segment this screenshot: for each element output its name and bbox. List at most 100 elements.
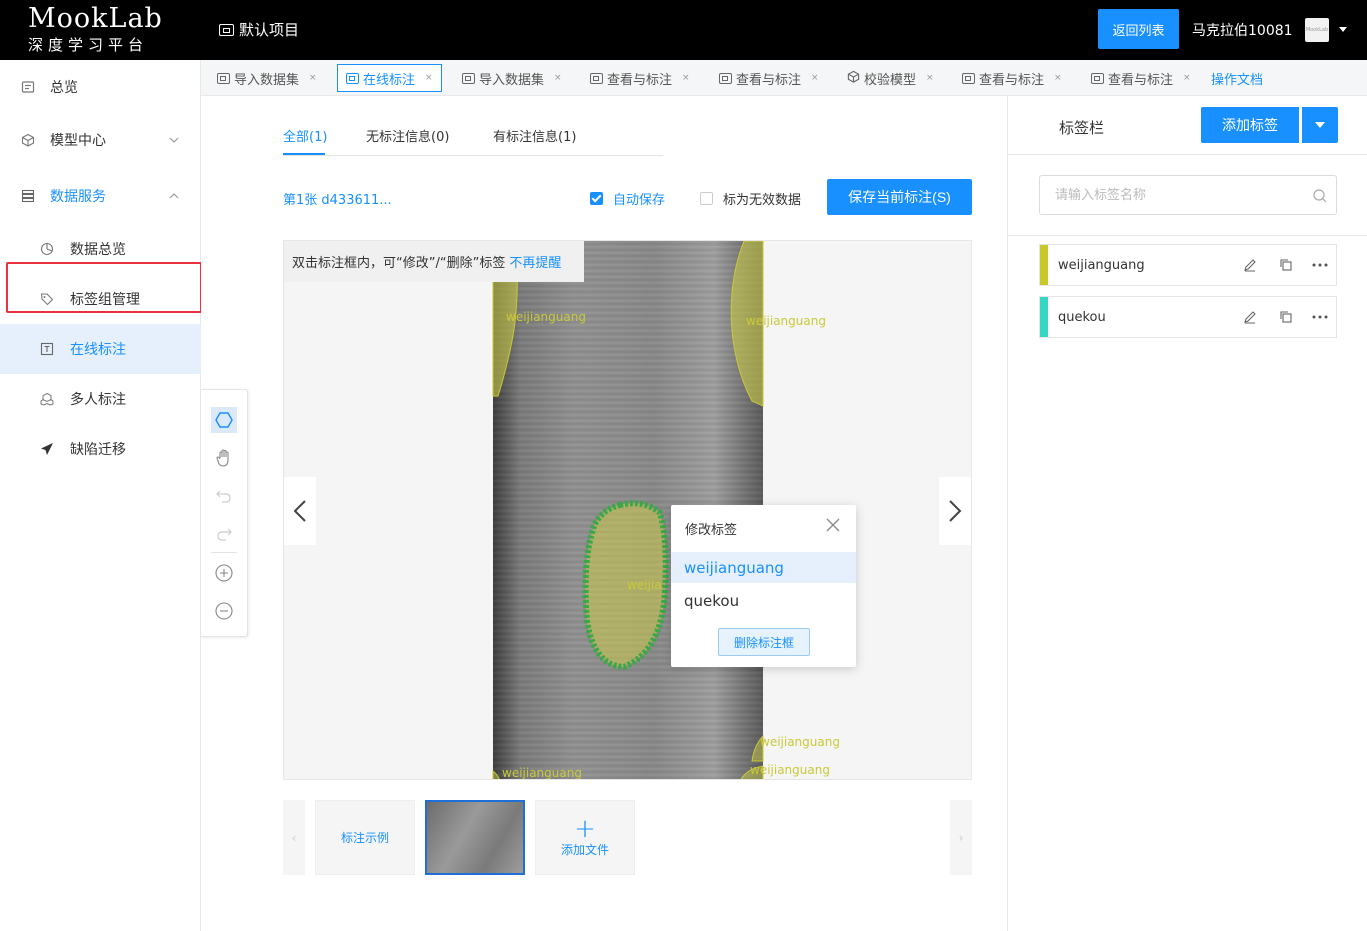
divider — [211, 552, 237, 553]
close-icon[interactable]: × — [425, 73, 433, 83]
image-canvas[interactable]: weijianguang weijianguang weijia weijian… — [283, 240, 972, 780]
sidebar-item-defect-transfer[interactable]: 缺陷迁移 — [0, 424, 201, 474]
close-icon[interactable]: × — [926, 73, 934, 83]
pie-icon — [40, 242, 54, 256]
project-selector[interactable]: 默认项目 — [219, 19, 299, 40]
label-option-quekou[interactable]: quekou — [671, 585, 856, 616]
project-name: 默认项目 — [239, 21, 300, 39]
close-icon[interactable]: × — [682, 73, 690, 83]
logo[interactable]: MookLab 深度学习平台 — [28, 4, 163, 55]
prev-image-button[interactable] — [284, 477, 316, 545]
label-item-weijianguang[interactable]: weijianguang — [1039, 244, 1337, 286]
file-name: 第1张 d433611... — [283, 193, 392, 208]
add-label-button[interactable]: 添加标签 — [1201, 107, 1299, 143]
edit-icon[interactable] — [1242, 309, 1258, 325]
chevron-up-icon — [169, 191, 179, 202]
label-item-quekou[interactable]: quekou — [1039, 296, 1337, 338]
plus-icon: + — [574, 814, 596, 844]
filter-tab-all[interactable]: 全部(1) — [283, 126, 327, 145]
annotation-workspace: 全部(1) 无标注信息(0) 有标注信息(1) 第1张 d433611... 自… — [201, 96, 1007, 931]
copy-icon[interactable] — [1278, 309, 1294, 325]
delete-annotation-button[interactable]: 删除标注框 — [718, 628, 810, 656]
edit-icon[interactable] — [1242, 257, 1258, 273]
dataset-icon — [719, 72, 732, 84]
close-icon[interactable] — [825, 517, 841, 533]
close-icon[interactable]: × — [309, 73, 317, 83]
thumb-next-button[interactable]: › — [950, 800, 972, 875]
dataset-icon — [462, 72, 475, 84]
zoom-in-icon — [215, 564, 233, 582]
back-to-list-button[interactable]: 返回列表 — [1098, 9, 1179, 49]
sidebar-item-data-service[interactable]: 数据服务 — [0, 171, 201, 221]
label-search-input[interactable] — [1039, 175, 1337, 215]
chevron-down-icon — [169, 135, 179, 146]
undo-button[interactable] — [211, 483, 237, 509]
zoom-in-button[interactable] — [211, 560, 237, 586]
annotation-example-thumb[interactable]: 标注示例 — [315, 800, 415, 875]
sidebar-item-overview[interactable]: 总览 — [0, 62, 201, 112]
close-icon[interactable]: × — [554, 73, 562, 83]
logo-main: MookLab — [28, 3, 163, 34]
add-label-dropdown[interactable] — [1302, 107, 1338, 143]
dismiss-hint-link[interactable]: 不再提醒 — [509, 252, 561, 271]
tool-panel — [201, 389, 248, 637]
sidebar-item-label: 在线标注 — [70, 342, 126, 358]
sidebar-item-label: 缺陷迁移 — [70, 442, 126, 458]
sidebar-item-multi-annotation[interactable]: 多人标注 — [0, 374, 201, 424]
divider — [1008, 235, 1367, 236]
tab-import-dataset[interactable]: 导入数据集 × — [217, 64, 317, 92]
auto-save-label[interactable]: 自动保存 — [613, 189, 665, 208]
more-icon[interactable] — [1312, 257, 1328, 273]
invalid-data-checkbox[interactable] — [700, 192, 713, 205]
avatar[interactable]: MookLab — [1305, 18, 1329, 42]
tab-bar: 导入数据集 × 在线标注 × 导入数据集 × 查看与标注 × 查看与标注 × 校验模型 × … — [201, 60, 1367, 96]
label-option-weijianguang[interactable]: weijianguang — [671, 552, 856, 583]
polygon-tool[interactable] — [211, 407, 237, 433]
tab-docs-link[interactable]: 操作文档 — [1211, 64, 1263, 92]
copy-icon[interactable] — [1278, 257, 1294, 273]
invalid-data-label[interactable]: 标为无效数据 — [723, 189, 801, 208]
dataset-icon — [590, 72, 603, 84]
more-icon[interactable] — [1312, 309, 1328, 325]
filter-tab-annotated[interactable]: 有标注信息(1) — [493, 126, 576, 145]
zoom-out-button[interactable] — [211, 598, 237, 624]
tab-online-annotation[interactable]: 在线标注 × — [337, 64, 442, 92]
tab-view-annotate-2[interactable]: 查看与标注 × — [719, 64, 819, 92]
tab-view-annotate[interactable]: 查看与标注 × — [590, 64, 690, 92]
redo-button[interactable] — [211, 521, 237, 547]
label-color-swatch — [1040, 245, 1048, 285]
tab-view-annotate-3[interactable]: 查看与标注 × — [962, 64, 1062, 92]
hint-text: 双击标注框内，可“修改”/“删除”标签 — [292, 256, 506, 271]
sidebar-item-label: 总览 — [50, 80, 78, 96]
filter-tab-unannotated[interactable]: 无标注信息(0) — [366, 126, 449, 145]
caret-down-icon[interactable] — [1339, 27, 1347, 32]
close-icon[interactable]: × — [1054, 73, 1062, 83]
search-icon[interactable] — [1313, 188, 1327, 203]
thumb-prev-button[interactable]: ‹ — [283, 800, 305, 875]
pan-tool[interactable] — [211, 445, 237, 471]
redo-icon — [217, 528, 232, 541]
save-annotation-button[interactable]: 保存当前标注(S) — [827, 179, 972, 215]
tab-validate-model[interactable]: 校验模型 × — [847, 64, 934, 92]
close-icon[interactable]: × — [811, 73, 819, 83]
filter-tabs: 全部(1) 无标注信息(0) 有标注信息(1) — [283, 126, 663, 156]
tab-import-dataset-2[interactable]: 导入数据集 × — [462, 64, 562, 92]
image-thumb-selected[interactable] — [425, 800, 525, 875]
text-box-icon — [40, 342, 54, 356]
username[interactable]: 马克拉伯10081 — [1192, 20, 1293, 40]
sidebar-item-model-center[interactable]: 模型中心 — [0, 115, 201, 165]
auto-save-checkbox[interactable] — [590, 192, 603, 205]
annotation-overlay — [492, 241, 764, 779]
chevron-left-icon — [293, 500, 306, 522]
highlight-box — [6, 262, 202, 313]
sidebar-item-label: 数据服务 — [50, 189, 106, 205]
close-icon[interactable]: × — [1183, 73, 1191, 83]
sidebar-item-label: 数据总览 — [70, 242, 126, 258]
next-image-button[interactable] — [939, 477, 971, 545]
sidebar-item-online-annotation[interactable]: 在线标注 — [0, 324, 201, 374]
zoom-out-icon — [215, 602, 233, 620]
add-file-button[interactable]: + 添加文件 — [535, 800, 635, 875]
edit-label-popup: 修改标签 weijianguang quekou 删除标注框 — [671, 505, 856, 667]
tab-view-annotate-4[interactable]: 查看与标注 × — [1091, 64, 1191, 92]
dataset-icon — [1091, 72, 1104, 84]
